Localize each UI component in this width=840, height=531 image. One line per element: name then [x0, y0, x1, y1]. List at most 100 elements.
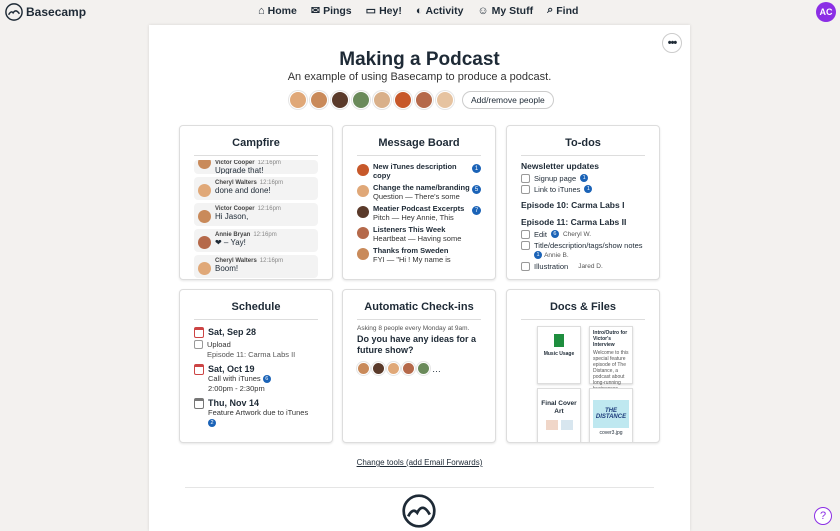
- list-item[interactable]: Meatier Podcast Excerpts Pitch — Hey Anni…: [357, 204, 481, 222]
- avatar[interactable]: [373, 91, 391, 109]
- avatar: [402, 362, 415, 375]
- todo-item[interactable]: Link to iTunes 1: [521, 185, 645, 194]
- campfire-card[interactable]: Campfire Victor Cooper 12:16pm Upgrade tha…: [179, 125, 333, 280]
- todo-item[interactable]: Illustration Jared D.: [521, 262, 645, 271]
- avatar: [198, 210, 211, 223]
- event-time: 2:00pm - 2:30pm: [208, 384, 265, 393]
- message-excerpt: Question — There's some: [373, 192, 460, 201]
- message-time: 12:16pm: [253, 232, 277, 238]
- mystuff-icon: ☺: [477, 4, 489, 17]
- schedule-event-detail: Upload Episode 11: Carma Labs II: [194, 340, 318, 360]
- doc-name: Intro/Outro for Victor's Interview: [593, 330, 628, 348]
- avatar[interactable]: [352, 91, 370, 109]
- todolist-title[interactable]: Episode 10: Carma Labs I: [521, 200, 645, 211]
- todo-checkbox[interactable]: [521, 241, 530, 250]
- todo-assignee: Jared D.: [578, 263, 603, 270]
- activity-icon: ◐: [415, 4, 423, 17]
- top-nav: Basecamp ⌂ Home ✉ Pings ▭ Hey! ◐ Activity ☺ M…: [0, 0, 840, 24]
- list-item[interactable]: New iTunes description copy 1: [357, 162, 481, 180]
- change-tools-link[interactable]: Change tools (add Email Forwards): [149, 458, 690, 467]
- doc-intro-outro[interactable]: Intro/Outro for Victor's Interview Welcom…: [589, 326, 633, 398]
- todolist-title[interactable]: Newsletter updates: [521, 161, 645, 172]
- schedule-event[interactable]: Sat, Sep 28: [194, 327, 318, 338]
- avatar: [357, 164, 369, 176]
- image-cover3[interactable]: THE DISTANCE cover3.jpg: [589, 388, 633, 442]
- todo-assignee: Cheryl W.: [562, 231, 592, 238]
- todo-checkbox[interactable]: [521, 262, 530, 271]
- avatar: [357, 362, 370, 375]
- message-board-card[interactable]: Message Board New iTunes description cop…: [342, 125, 496, 280]
- divider: [185, 487, 654, 488]
- doc-music-usage[interactable]: Music Usage: [537, 326, 581, 384]
- list-item[interactable]: Thanks from Sweden FYI — "Hi ! My name is: [357, 246, 481, 264]
- todo-item[interactable]: Title/description/tags/show notes 1 Anni…: [521, 241, 645, 260]
- project-title: Making a Podcast: [339, 49, 500, 70]
- todos-card[interactable]: To-dos Newsletter updates Signup page 1 …: [506, 125, 660, 280]
- comment-count-badge: 1: [580, 174, 589, 182]
- doc-name: Final Cover Art: [541, 400, 577, 415]
- schedule-event[interactable]: Sat, Oct 19 Call with iTunes 6 2:00pm - 2:…: [194, 364, 318, 394]
- event-date: Sat, Oct 19: [208, 364, 255, 374]
- avatar[interactable]: [394, 91, 412, 109]
- todolist-title[interactable]: Episode 11: Carma Labs II: [521, 217, 645, 228]
- avatar[interactable]: [436, 91, 454, 109]
- todo-item[interactable]: Edit 6 Cheryl W.: [521, 230, 645, 239]
- list-item[interactable]: Change the name/branding Question — There…: [357, 183, 481, 201]
- list-item[interactable]: Listeners This Week Heartbeat — Having so…: [357, 225, 481, 243]
- comment-count-badge: 2: [208, 419, 216, 428]
- basecamp-logo[interactable]: Basecamp: [5, 3, 86, 21]
- basecamp-logo-icon: [402, 494, 436, 528]
- nav-hey[interactable]: ▭ Hey!: [365, 4, 402, 18]
- docs-card[interactable]: Docs & Files Music Usage Intro/Outro for…: [506, 289, 660, 443]
- avatar[interactable]: [310, 91, 328, 109]
- add-remove-people-button[interactable]: Add/remove people: [462, 91, 554, 109]
- nav-mystuff[interactable]: ☺ My Stuff: [477, 4, 533, 17]
- project-subtitle: An example of using Basecamp to produce …: [287, 71, 552, 83]
- user-avatar[interactable]: AC: [816, 2, 836, 22]
- todo-item[interactable]: Signup page 1: [521, 174, 645, 183]
- campfire-message: Cheryl Walters 12:16pm Boom!: [194, 255, 318, 278]
- todo-checkbox[interactable]: [521, 185, 530, 194]
- todo-checkbox[interactable]: [194, 340, 203, 349]
- avatar: [417, 362, 430, 375]
- nav-pings[interactable]: ✉ Pings: [311, 4, 352, 18]
- message-title: Change the name/branding: [373, 183, 470, 192]
- avatar[interactable]: [415, 91, 433, 109]
- nav-find[interactable]: ⌕ Find: [547, 4, 578, 17]
- schedule-card[interactable]: Schedule Sat, Sep 28 Upload Episode 11: C…: [179, 289, 333, 443]
- nav-hey-label: Hey!: [379, 4, 402, 17]
- checkins-card[interactable]: Automatic Check-ins Asking 8 people ever…: [342, 289, 496, 443]
- message-text: Boom!: [215, 264, 239, 273]
- image-thumbnail: [545, 420, 558, 430]
- checkin-question[interactable]: Do you have any ideas for a future show?: [357, 334, 481, 356]
- avatar[interactable]: [289, 91, 307, 109]
- avatar[interactable]: [331, 91, 349, 109]
- todo-checkbox[interactable]: [521, 174, 530, 183]
- event-subtitle: Episode 11: Carma Labs II: [207, 350, 296, 359]
- comment-count-badge: 1: [584, 185, 593, 193]
- hey-icon: ▭: [365, 5, 377, 17]
- nav-home[interactable]: ⌂ Home: [258, 4, 297, 17]
- campfire-message: Cheryl Walters 12:16pm done and done!: [194, 177, 318, 200]
- doc-name: cover3.jpg: [599, 430, 623, 436]
- nav-find-label: Find: [556, 4, 579, 17]
- folder-final-cover-art[interactable]: Final Cover Art: [537, 388, 581, 442]
- docs-title: Docs & Files: [549, 301, 617, 313]
- home-icon: ⌂: [258, 4, 265, 17]
- nav-pings-label: Pings: [323, 4, 352, 17]
- cover-art-image: THE DISTANCE: [593, 400, 629, 428]
- todos-title: To-dos: [565, 137, 601, 149]
- message-text: done and done!: [215, 186, 271, 195]
- help-button[interactable]: ?: [814, 507, 832, 525]
- schedule-event[interactable]: Thu, Nov 14 Feature Artwork due to iTunes…: [194, 398, 318, 428]
- message-text: Hi Jason,: [215, 212, 249, 221]
- brand-name: Basecamp: [26, 5, 87, 19]
- schedule-title: Schedule: [231, 301, 281, 313]
- todo-checkbox[interactable]: [521, 230, 530, 239]
- message-title: Meatier Podcast Excerpts: [373, 204, 465, 213]
- docs-grid: Music Usage Intro/Outro for Victor's Int…: [521, 326, 645, 442]
- event-date: Thu, Nov 14: [208, 398, 260, 408]
- nav-activity[interactable]: ◐ Activity: [416, 4, 464, 17]
- message-title: Thanks from Sweden: [373, 246, 449, 255]
- message-time: 12:16pm: [259, 258, 284, 264]
